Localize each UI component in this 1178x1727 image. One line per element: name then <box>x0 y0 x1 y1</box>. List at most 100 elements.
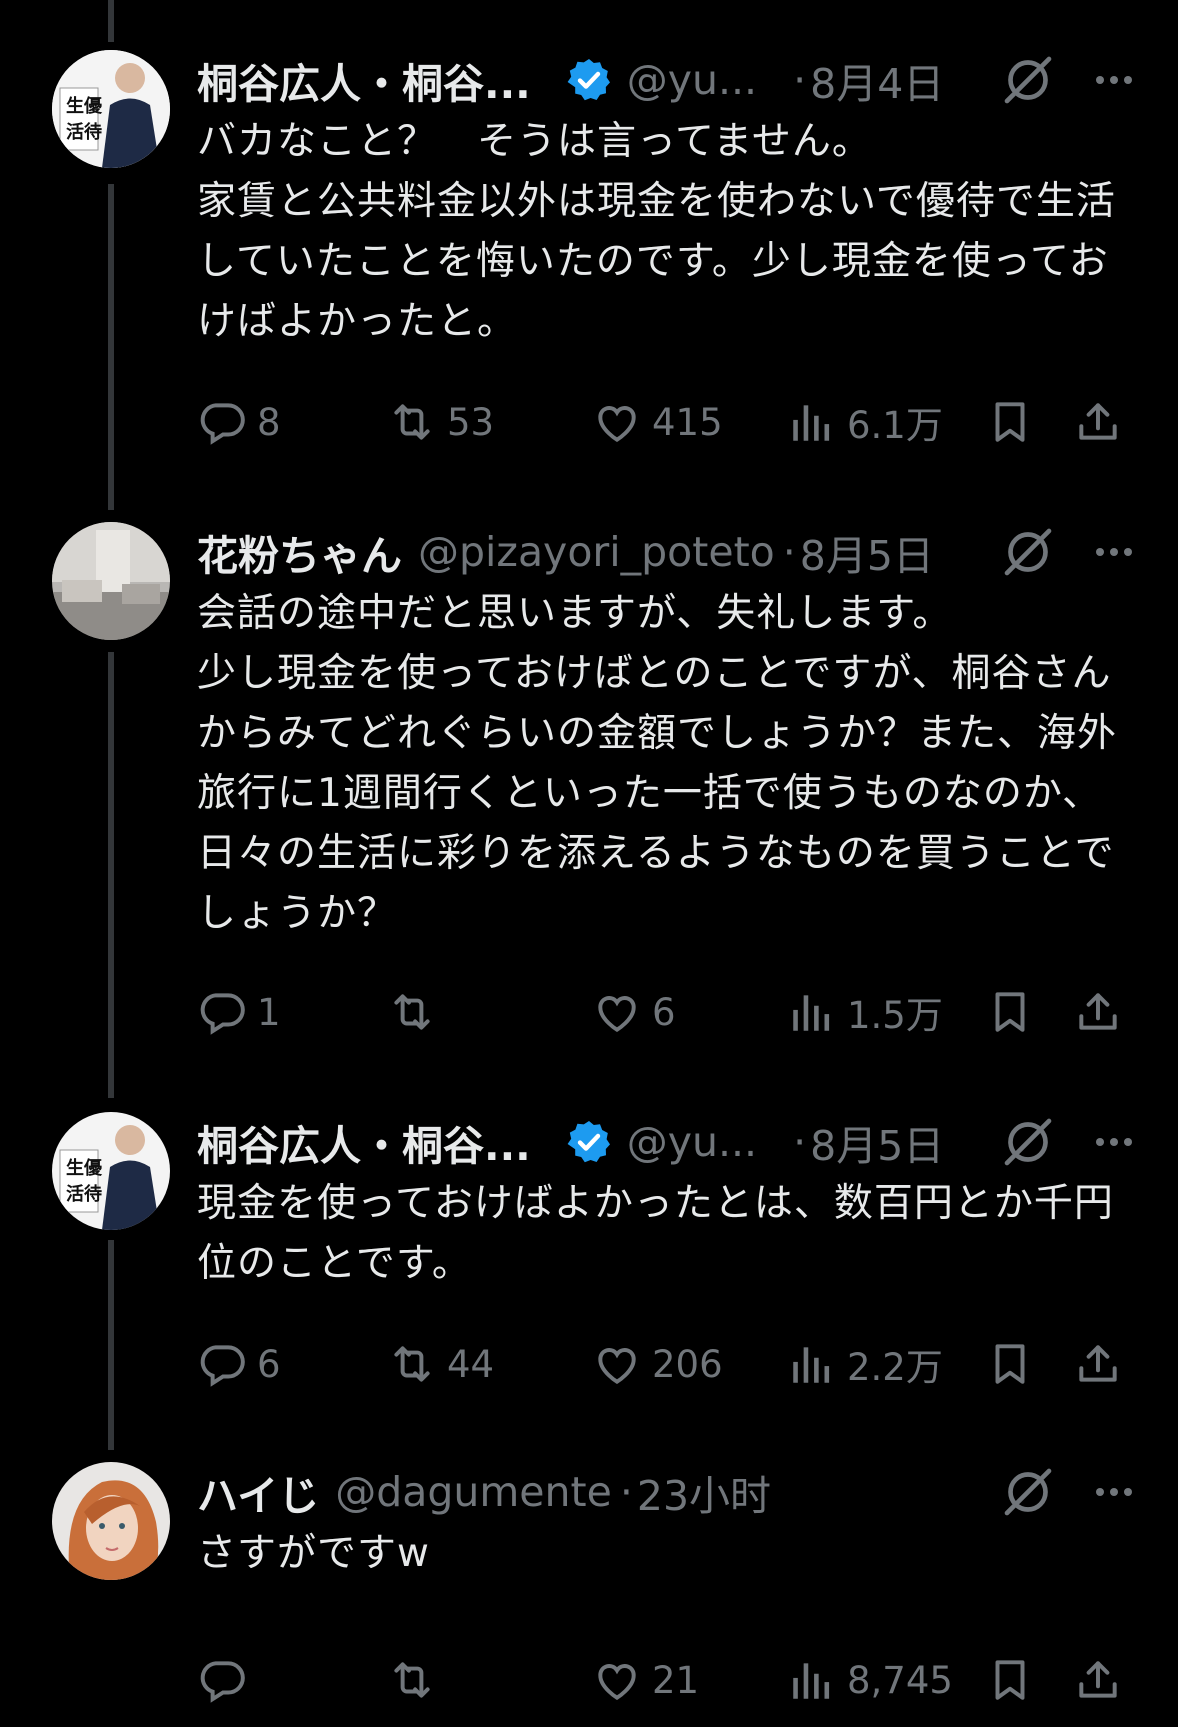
retweet-button[interactable]: 53 <box>387 394 494 450</box>
views-button[interactable]: 1.5万 <box>787 984 943 1040</box>
view-count: 6.1万 <box>847 404 943 447</box>
heart-icon <box>592 397 642 447</box>
header-actions <box>1000 1462 1138 1522</box>
reply-button[interactable]: 6 <box>197 1336 281 1392</box>
action-bar: 8 53 415 6.1万 <box>197 394 1127 450</box>
grok-icon[interactable] <box>1000 1114 1056 1170</box>
share-button[interactable] <box>1073 394 1123 450</box>
separator-dot: · <box>782 528 796 576</box>
view-count: 2.2万 <box>847 1346 943 1389</box>
bookmark-button[interactable] <box>985 394 1035 450</box>
reply-button[interactable] <box>197 1652 257 1708</box>
like-button[interactable]: 21 <box>592 1652 699 1708</box>
svg-text:生優: 生優 <box>66 95 103 117</box>
share-button[interactable] <box>1073 984 1123 1040</box>
share-button[interactable] <box>1073 1652 1123 1708</box>
like-button[interactable]: 6 <box>592 984 676 1040</box>
reply-button[interactable]: 8 <box>197 394 281 450</box>
retweet-button[interactable] <box>387 1652 447 1708</box>
avatar[interactable] <box>52 522 170 640</box>
view-count: 8,745 <box>847 1658 953 1702</box>
retweet-icon <box>387 1339 437 1389</box>
verified-badge-icon <box>565 56 613 104</box>
heart-icon <box>592 987 642 1037</box>
bookmark-icon <box>985 1339 1035 1389</box>
grok-icon[interactable] <box>1000 52 1056 108</box>
action-bar: 6 44 206 2.2万 <box>197 1336 1127 1392</box>
tweet[interactable]: 生優 活待 桐谷広人・桐谷... @yu... · 8月5日 現金を使っておけば… <box>0 1070 1178 1410</box>
share-button[interactable] <box>1073 1336 1123 1392</box>
views-icon <box>787 1655 837 1705</box>
tweet-header: 桐谷広人・桐谷... @yu... · 8月4日 <box>197 50 1138 110</box>
like-count: 415 <box>652 400 723 444</box>
more-icon[interactable] <box>1090 1468 1138 1516</box>
tweet[interactable]: 花粉ちゃん @pizayori_poteto · 8月5日 会話の途中だと思いま… <box>0 470 1178 1070</box>
reply-icon <box>197 1339 247 1389</box>
display-name[interactable]: 桐谷広人・桐谷... <box>197 1112 531 1172</box>
like-button[interactable]: 415 <box>592 394 723 450</box>
avatar[interactable] <box>52 1462 170 1580</box>
retweet-count: 53 <box>447 400 495 444</box>
username[interactable]: @yu... <box>627 56 757 104</box>
display-name[interactable]: ハイじ <box>197 1462 319 1522</box>
tweet-text: バカなこと？ そうは言ってません。 家賃と公共料金以外は現金を使わないで優待で生… <box>197 119 1116 344</box>
views-button[interactable]: 6.1万 <box>787 394 943 450</box>
avatar-image <box>52 522 170 640</box>
bookmark-button[interactable] <box>985 1336 1035 1392</box>
tweet-header: 桐谷広人・桐谷... @yu... · 8月5日 <box>197 1112 1138 1172</box>
views-button[interactable]: 8,745 <box>787 1652 953 1708</box>
reply-count: 8 <box>257 400 281 444</box>
heart-icon <box>592 1339 642 1389</box>
like-button[interactable]: 206 <box>592 1336 723 1392</box>
views-icon <box>787 987 837 1037</box>
avatar-image: 生優 活待 <box>52 50 170 168</box>
views-icon <box>787 1339 837 1389</box>
more-icon[interactable] <box>1090 1118 1138 1166</box>
bookmark-icon <box>985 397 1035 447</box>
header-actions <box>1000 522 1138 582</box>
timestamp[interactable]: 8月4日 <box>810 50 944 110</box>
separator-dot: · <box>793 56 807 104</box>
grok-icon[interactable] <box>1000 524 1056 580</box>
bookmark-icon <box>985 1655 1035 1705</box>
view-count: 1.5万 <box>847 994 943 1037</box>
views-button[interactable]: 2.2万 <box>787 1336 943 1392</box>
avatar[interactable]: 生優 活待 <box>52 1112 170 1230</box>
reply-icon <box>197 987 247 1037</box>
svg-text:生優: 生優 <box>66 1157 103 1179</box>
avatar[interactable]: 生優 活待 <box>52 50 170 168</box>
username[interactable]: @dagumente <box>335 1468 612 1516</box>
username[interactable]: @pizayori_poteto <box>418 528 775 576</box>
tweet-header: ハイじ @dagumente · 23小时 <box>197 1462 1138 1522</box>
timestamp[interactable]: 23小时 <box>637 1462 771 1522</box>
bookmark-button[interactable] <box>985 984 1035 1040</box>
retweet-button[interactable]: 44 <box>387 1336 494 1392</box>
retweet-button[interactable] <box>387 984 447 1040</box>
grok-icon[interactable] <box>1000 1464 1056 1520</box>
tweet[interactable]: ハイじ @dagumente · 23小时 さすがですw 21 8,745 <box>0 1410 1178 1727</box>
more-icon[interactable] <box>1090 56 1138 104</box>
share-icon <box>1073 987 1123 1037</box>
share-icon <box>1073 1339 1123 1389</box>
reply-button[interactable]: 1 <box>197 984 281 1040</box>
username[interactable]: @yu... <box>627 1118 757 1166</box>
more-icon[interactable] <box>1090 528 1138 576</box>
reply-icon <box>197 1655 247 1705</box>
display-name[interactable]: 花粉ちゃん <box>197 522 402 582</box>
action-bar: 21 8,745 <box>197 1652 1127 1708</box>
svg-text:活待: 活待 <box>66 121 102 143</box>
retweet-icon <box>387 987 437 1037</box>
timestamp[interactable]: 8月5日 <box>810 1112 944 1172</box>
verified-badge-icon <box>565 1118 613 1166</box>
like-count: 21 <box>652 1658 700 1702</box>
avatar-image <box>52 1462 170 1580</box>
bookmark-button[interactable] <box>985 1652 1035 1708</box>
share-icon <box>1073 397 1123 447</box>
timestamp[interactable]: 8月5日 <box>800 522 934 582</box>
header-actions <box>1000 1112 1138 1172</box>
retweet-icon <box>387 397 437 447</box>
tweet[interactable]: 生優 活待 桐谷広人・桐谷... @yu... · 8月4日 バカなこと？ そう… <box>0 0 1178 470</box>
reply-count: 6 <box>257 1342 281 1386</box>
display-name[interactable]: 桐谷広人・桐谷... <box>197 50 531 110</box>
heart-icon <box>592 1655 642 1705</box>
